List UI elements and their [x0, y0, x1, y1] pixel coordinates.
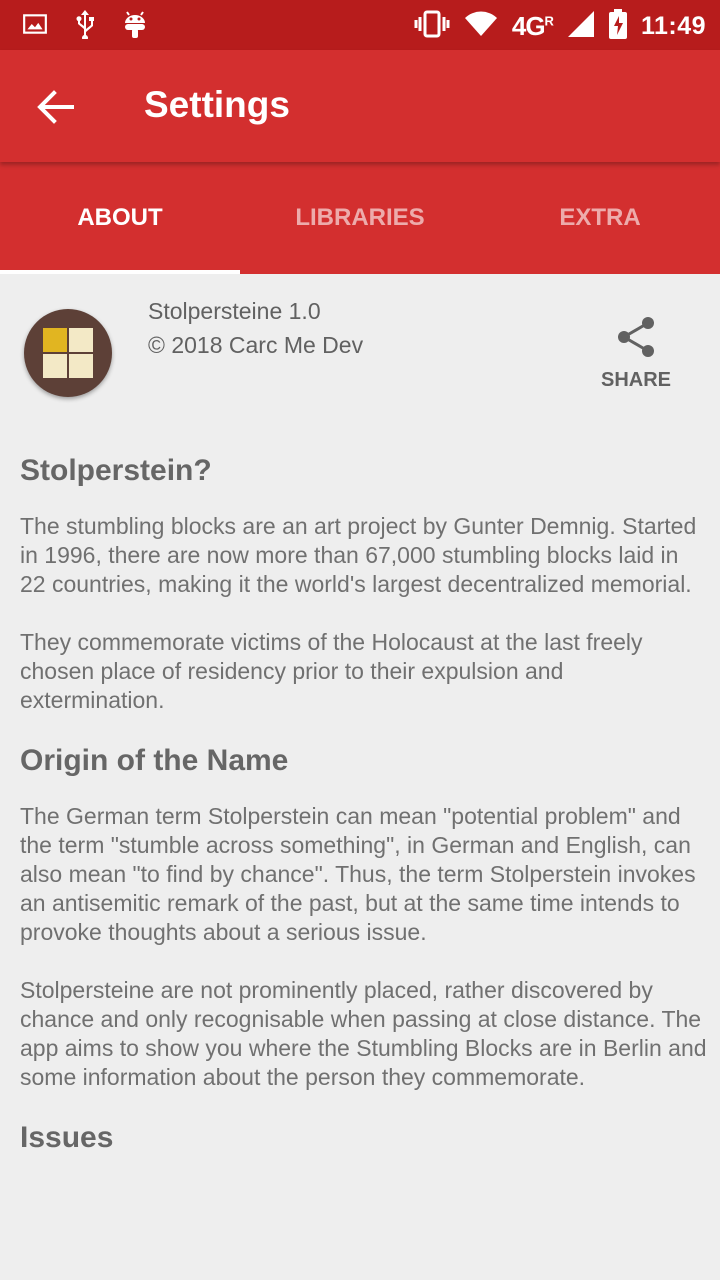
section-heading: Stolperstein?: [20, 454, 212, 487]
copyright: © 2018 Carc Me Dev: [148, 332, 364, 358]
section-heading: Issues: [20, 1121, 114, 1154]
back-arrow-icon: [30, 90, 80, 136]
wifi-icon: [464, 10, 498, 43]
logo-square: [69, 354, 93, 378]
app-bar: Settings: [0, 50, 720, 162]
signal-icon: [567, 10, 595, 43]
section-paragraph: Stolpersteine are not prominently placed…: [20, 977, 707, 1090]
section-heading: Origin of the Name: [20, 744, 289, 777]
section-paragraph: The German term Stolperstein can mean "p…: [20, 803, 696, 945]
back-button[interactable]: [30, 82, 80, 132]
app-name-version: Stolpersteine 1.0: [148, 298, 321, 324]
vibrate-icon: [414, 10, 450, 43]
share-label: SHARE: [600, 369, 671, 391]
status-bar: 4GR 11:49: [0, 0, 720, 50]
battery-charging-icon: [608, 9, 627, 44]
section-paragraph: They commemorate victims of the Holocaus…: [20, 629, 643, 713]
logo-square: [69, 328, 93, 352]
tab-bar: ABOUT LIBRARIES EXTRA: [0, 162, 720, 274]
tab-libraries[interactable]: LIBRARIES: [240, 162, 480, 274]
app-logo: [24, 309, 112, 397]
about-article: Stolperstein? The stumbling blocks are a…: [20, 454, 708, 1179]
logo-square: [43, 354, 67, 378]
logo-square: [43, 328, 67, 352]
usb-icon: [74, 9, 96, 44]
section-paragraph: The stumbling blocks are an art project …: [20, 513, 697, 597]
tab-about[interactable]: ABOUT: [0, 162, 240, 274]
tab-extra[interactable]: EXTRA: [480, 162, 720, 274]
clock: 11:49: [640, 12, 706, 40]
android-icon: [122, 9, 148, 44]
share-button[interactable]: SHARE: [596, 316, 676, 392]
image-icon: [22, 11, 48, 42]
page-title: Settings: [144, 84, 290, 125]
share-icon: [616, 317, 656, 362]
network-type: 4GR: [511, 11, 554, 41]
